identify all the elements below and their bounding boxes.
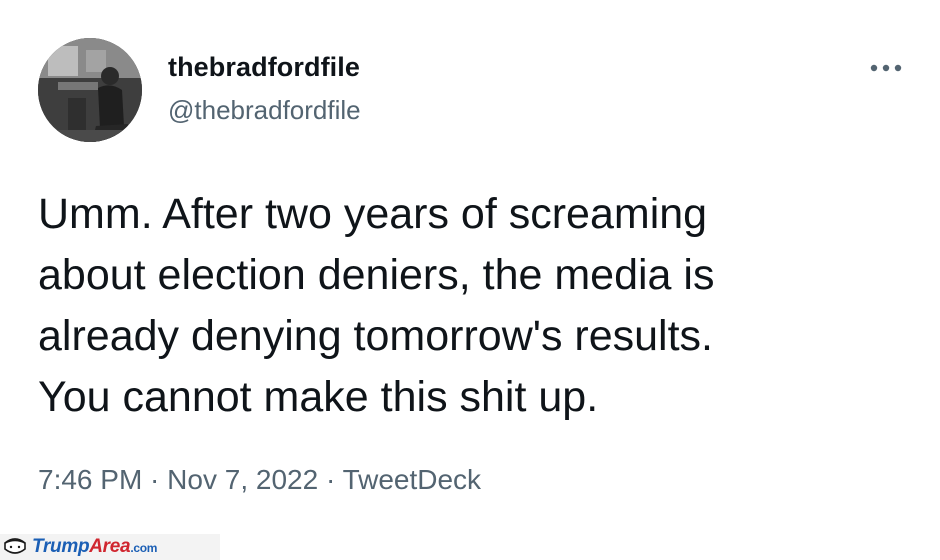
meta-separator: ·: [318, 464, 343, 495]
more-options-icon[interactable]: [866, 58, 906, 78]
watermark: TrumpArea.com: [0, 534, 220, 560]
avatar-photo: [38, 38, 142, 142]
avatar[interactable]: [38, 38, 142, 142]
tweet-time[interactable]: 7:46 PM: [38, 464, 142, 495]
tweet-meta: 7:46 PM · Nov 7, 2022 · TweetDeck: [38, 464, 481, 496]
watermark-suffix: .com: [130, 541, 158, 555]
watermark-text: TrumpArea.com: [32, 536, 157, 558]
handle[interactable]: @thebradfordfile: [168, 95, 361, 126]
watermark-brand-1: Trump: [32, 536, 90, 557]
tweet-date[interactable]: Nov 7, 2022: [167, 464, 318, 495]
watermark-brand-2: Area: [89, 536, 131, 557]
display-name[interactable]: thebradfordfile: [168, 52, 360, 83]
meta-separator: ·: [142, 464, 168, 495]
trumparea-logo-icon: [4, 538, 26, 554]
tweet-source[interactable]: TweetDeck: [343, 464, 482, 495]
tweet-text: Umm. After two years of screaming about …: [38, 190, 715, 421]
